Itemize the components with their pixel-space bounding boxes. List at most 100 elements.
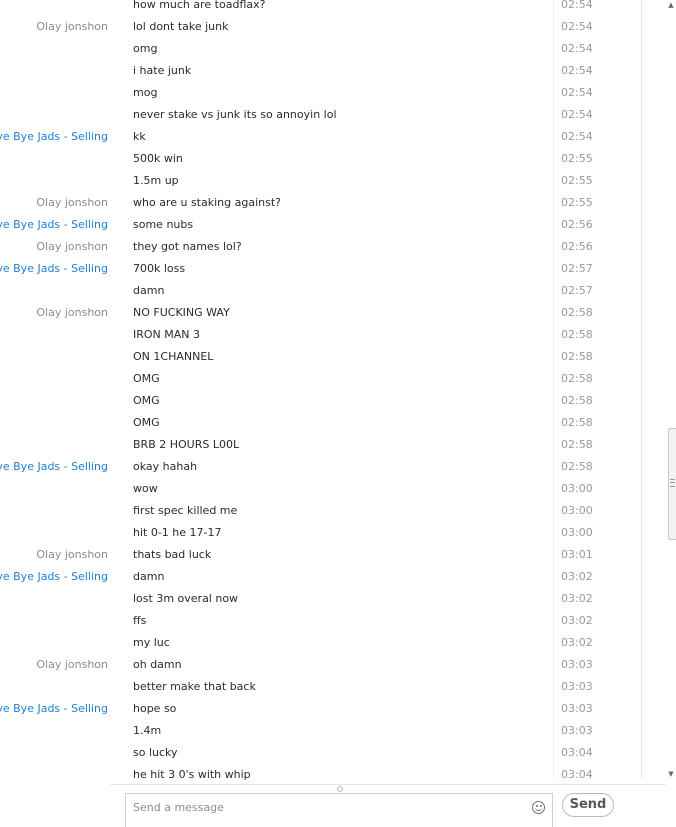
message-timestamp: 03:04 — [561, 746, 593, 759]
message-text: he hit 3 0's with whip — [133, 768, 251, 781]
message-sender[interactable]: Bye Bye Jads - Selling — [0, 566, 108, 588]
message-row: mog 02:54 — [0, 82, 666, 104]
message-row: Olay jonshon thats bad luck 03:01 — [0, 544, 666, 566]
emoticon-mouth — [535, 807, 542, 811]
message-row: how much are toadflax? 02:54 — [0, 0, 666, 16]
message-sender[interactable]: Olay jonshon — [36, 236, 108, 258]
message-text: who are u staking against? — [133, 196, 281, 209]
message-sender[interactable]: Bye Bye Jads - Selling — [0, 214, 108, 236]
message-text: 1.4m — [133, 724, 162, 737]
message-sender[interactable]: Bye Bye Jads - Selling — [0, 456, 108, 478]
message-text: i hate junk — [133, 64, 192, 77]
message-sender[interactable]: Olay jonshon — [36, 192, 108, 214]
message-row: 500k win 02:55 — [0, 148, 666, 170]
message-timestamp: 02:55 — [561, 174, 593, 187]
message-sender[interactable]: Olay jonshon — [36, 302, 108, 324]
message-text: 500k win — [133, 152, 183, 165]
message-text: first spec killed me — [133, 504, 238, 517]
message-text: they got names lol? — [133, 240, 242, 253]
message-text: OMG — [133, 394, 160, 407]
scroll-down-arrow-icon[interactable]: ▼ — [667, 770, 675, 778]
message-text: 1.5m up — [133, 174, 179, 187]
message-timestamp: 02:56 — [561, 218, 593, 231]
message-timestamp: 02:58 — [561, 460, 593, 473]
message-timestamp: 03:02 — [561, 636, 593, 649]
message-text: damn — [133, 284, 165, 297]
message-text: hope so — [133, 702, 177, 715]
message-text: lost 3m overal now — [133, 592, 239, 605]
message-row: so lucky 03:04 — [0, 742, 666, 764]
message-timestamp: 02:54 — [561, 108, 593, 121]
message-timestamp: 02:54 — [561, 130, 593, 143]
message-text: BRB 2 HOURS L00L — [133, 438, 240, 451]
message-row: IRON MAN 3 02:58 — [0, 324, 666, 346]
message-timestamp: 02:58 — [561, 372, 593, 385]
message-timestamp: 03:02 — [561, 592, 593, 605]
message-text: hit 0-1 he 17-17 — [133, 526, 222, 539]
message-timestamp: 02:58 — [561, 416, 593, 429]
message-sender[interactable]: Bye Bye Jads - Selling — [0, 258, 108, 280]
message-timestamp: 02:56 — [561, 240, 593, 253]
message-timestamp: 03:02 — [561, 570, 593, 583]
scroll-grip-icon — [670, 479, 675, 487]
message-row: Bye Bye Jads - Selling hope so 03:03 — [0, 698, 666, 720]
chat-scrollbar[interactable]: ▲ ▼ — [666, 0, 676, 784]
message-timestamp: 02:58 — [561, 328, 593, 341]
message-sender[interactable]: Olay jonshon — [36, 16, 108, 38]
message-sender[interactable]: Olay jonshon — [36, 654, 108, 676]
message-timestamp: 02:58 — [561, 438, 593, 451]
message-timestamp: 03:00 — [561, 482, 593, 495]
scroll-up-arrow-icon[interactable]: ▲ — [667, 1, 675, 9]
message-row: Olay jonshon oh damn 03:03 — [0, 654, 666, 676]
message-row: never stake vs junk its so annoyin lol 02… — [0, 104, 666, 126]
message-timestamp: 02:54 — [561, 20, 593, 33]
message-row: lost 3m overal now 03:02 — [0, 588, 666, 610]
message-row: ON 1CHANNEL 02:58 — [0, 346, 666, 368]
message-text: lol dont take junk — [133, 20, 229, 33]
message-sender[interactable]: Olay jonshon — [36, 544, 108, 566]
message-text: better make that back — [133, 680, 256, 693]
message-text: 700k loss — [133, 262, 186, 275]
message-text: thats bad luck — [133, 548, 212, 561]
message-row: Bye Bye Jads - Selling some nubs 02:56 — [0, 214, 666, 236]
message-timestamp: 02:55 — [561, 196, 593, 209]
message-text: never stake vs junk its so annoyin lol — [133, 108, 337, 121]
message-row: Bye Bye Jads - Selling damn 03:02 — [0, 566, 666, 588]
message-row: OMG 02:58 — [0, 412, 666, 434]
message-text: mog — [133, 86, 158, 99]
message-text: so lucky — [133, 746, 178, 759]
send-button[interactable]: Send — [562, 793, 614, 817]
message-timestamp: 02:58 — [561, 394, 593, 407]
message-row: Olay jonshon who are u staking against? 02… — [0, 192, 666, 214]
message-timestamp: 02:54 — [561, 86, 593, 99]
message-text: okay hahah — [133, 460, 198, 473]
compose-divider — [110, 784, 666, 785]
message-row: Bye Bye Jads - Selling kk 02:54 — [0, 126, 666, 148]
message-text: NO FUCKING WAY — [133, 306, 230, 319]
message-row: Bye Bye Jads - Selling 700k loss 02:57 — [0, 258, 666, 280]
message-list: how much are toadflax? 02:54 Olay jonshon l… — [0, 0, 666, 784]
resize-handle-icon[interactable] — [337, 786, 343, 792]
emoticon-icon[interactable] — [532, 801, 545, 814]
message-row: i hate junk 02:54 — [0, 60, 666, 82]
message-timestamp: 03:03 — [561, 702, 593, 715]
message-row: OMG 02:58 — [0, 390, 666, 412]
message-row: first spec killed me 03:00 — [0, 500, 666, 522]
message-compose-box[interactable] — [125, 793, 553, 827]
message-row: better make that back 03:03 — [0, 676, 666, 698]
message-text: damn — [133, 570, 165, 583]
message-sender[interactable]: Bye Bye Jads - Selling — [0, 698, 108, 720]
chat-history[interactable]: how much are toadflax? 02:54 Olay jonshon l… — [0, 0, 666, 784]
message-timestamp: 02:58 — [561, 306, 593, 319]
message-row: omg 02:54 — [0, 38, 666, 60]
message-input[interactable] — [133, 798, 513, 816]
message-row: BRB 2 HOURS L00L 02:58 — [0, 434, 666, 456]
message-text: wow — [133, 482, 158, 495]
message-timestamp: 02:55 — [561, 152, 593, 165]
message-text: OMG — [133, 372, 160, 385]
message-row: he hit 3 0's with whip 03:04 — [0, 764, 666, 784]
scroll-thumb[interactable] — [668, 428, 676, 540]
message-timestamp: 02:54 — [561, 42, 593, 55]
message-row: Olay jonshon lol dont take junk 02:54 — [0, 16, 666, 38]
message-sender[interactable]: Bye Bye Jads - Selling — [0, 126, 108, 148]
